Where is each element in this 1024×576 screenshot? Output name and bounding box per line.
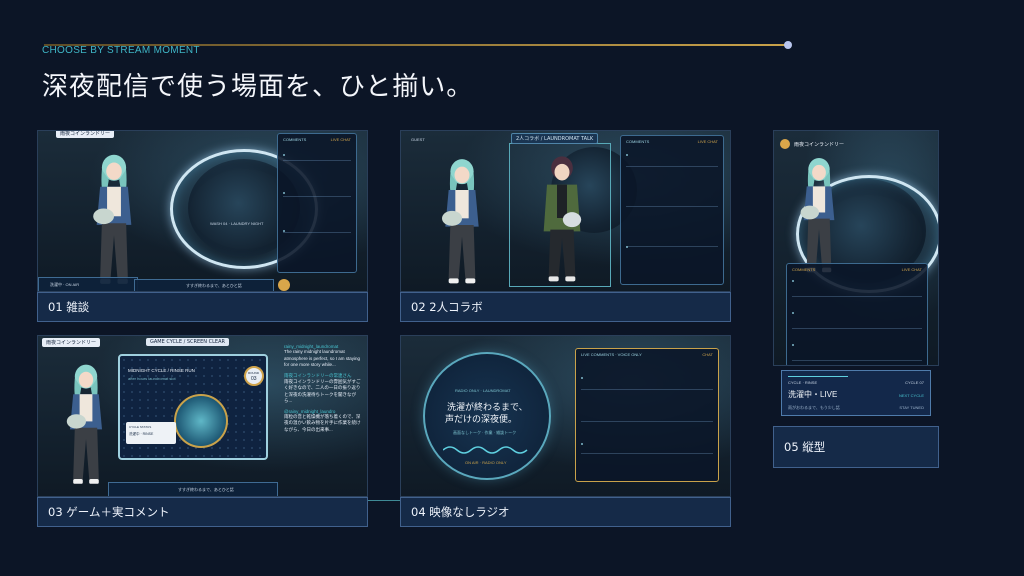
status-tag: 洗濯中 · ON AIR — [50, 282, 80, 287]
header-rule-dot — [784, 41, 792, 49]
card-caption: 05 縦型 — [773, 426, 939, 468]
live-sub: 雨がおわるまで、もう少し話 — [788, 405, 840, 410]
comment-row-dot — [626, 154, 628, 156]
cycle-status-value: 洗濯中 · RINSE — [129, 432, 154, 436]
comment-row-dot — [581, 443, 583, 445]
eyebrow-label: CHOOSE BY STREAM MOMENT — [42, 45, 200, 56]
audio-wave — [443, 446, 528, 454]
comment-row — [626, 166, 718, 167]
comment-row — [792, 328, 922, 329]
stream-name-tag: 雨夜コインランドリー — [794, 142, 845, 148]
round-label: ROUND — [248, 371, 259, 375]
cycle-right: CYCLE 07 — [905, 380, 924, 385]
ticker-text: すすぎ終わるまで、あとひと話 — [178, 487, 234, 492]
connector-line — [368, 500, 400, 501]
comment-row — [283, 160, 351, 161]
comment-row — [792, 296, 922, 297]
game-title: MIDNIGHT CYCLE / RINSE RUN — [128, 368, 195, 373]
scene-card-collab[interactable]: 2人コラボ / LAUNDROMAT TALK GUEST COMMENTS L… — [400, 130, 731, 322]
comments-header-right: LIVE CHAT — [697, 139, 718, 144]
game-window: MIDNIGHT CYCLE / RINSE RUN after hours l… — [118, 354, 268, 460]
radio-main-line-2: 声だけの深夜便。 — [445, 414, 518, 424]
stream-name-tag: 雨夜コインランドリー — [42, 338, 101, 347]
radio-small-label: RADIO ONLY · LAUNDROMAT — [455, 388, 511, 393]
comment-row-dot — [283, 154, 285, 156]
game-drum — [174, 394, 228, 448]
comments-panel: LIVE COMMENTS · VOICE ONLY CHAT — [575, 348, 719, 482]
stream-name-tag: 雨夜コインランドリー — [56, 131, 115, 138]
comment-row-dot — [792, 280, 794, 282]
round-badge: ROUND 03 — [244, 366, 264, 386]
scene-preview: RADIO ONLY · LAUNDROMAT 洗濯が終わるまで、 声だけの深夜… — [400, 335, 731, 497]
streamer-character — [88, 143, 140, 292]
comments-header: COMMENTS — [792, 267, 816, 272]
comments-header: COMMENTS — [283, 137, 307, 142]
comment-text: 雨夜コインランドリーの雰囲気がすごく好きなので、二人の一日の振り返りと深夜の洗濯… — [284, 378, 361, 404]
drum-label: WASH 04 · LAUNDRY NIGHT — [210, 221, 264, 226]
scene-preview: WASH 04 · LAUNDRY NIGHT 雨夜コインランドリー 洗濯中 ·… — [37, 130, 368, 292]
comment-row-dot — [792, 312, 794, 314]
radio-foot: ON AIR · RADIO ONLY — [465, 460, 507, 465]
scene-card-radio[interactable]: RADIO ONLY · LAUNDROMAT 洗濯が終わるまで、 声だけの深夜… — [400, 335, 731, 527]
comments-panel: COMMENTS LIVE CHAT — [277, 133, 357, 273]
live-text: 洗濯中・LIVE — [788, 390, 838, 399]
comments-header-right: LIVE CHAT — [901, 267, 922, 272]
comment-row-dot — [581, 377, 583, 379]
comments-panel: COMMENTS LIVE CHAT — [620, 135, 724, 285]
scene-preview: 雨夜コインランドリー GAME CYCLE / SCREEN CLEAR MID… — [37, 335, 368, 497]
card-caption: 03 ゲーム＋実コメント — [37, 497, 368, 527]
game-subtitle: after hours laundromat slot — [128, 376, 176, 381]
scene-preview: 雨夜コインランドリー COMMENTS LIVE CHAT — [773, 130, 939, 366]
scene-card-vertical[interactable]: 雨夜コインランドリー COMMENTS LIVE CHAT CYCLE · RI… — [773, 130, 939, 468]
streamer-character — [796, 149, 842, 279]
scene-preview: 2人コラボ / LAUNDROMAT TALK GUEST COMMENTS L… — [400, 130, 731, 292]
comments-header: LIVE COMMENTS · VOICE ONLY — [581, 352, 642, 357]
comment-row — [581, 421, 713, 422]
comment-row — [283, 196, 351, 197]
scene-card-chat[interactable]: WASH 04 · LAUNDRY NIGHT 雨夜コインランドリー 洗濯中 ·… — [37, 130, 368, 322]
next-cycle: NEXT CYCLE — [898, 393, 924, 398]
comment-row — [792, 360, 922, 361]
cycle-status-label: CYCLE STATUS — [129, 425, 152, 429]
streamer-character — [62, 352, 110, 494]
comment-text: The rainy midnight laundromat atmosphere… — [284, 349, 361, 367]
guest-tag: GUEST — [411, 137, 425, 142]
live-status-line — [788, 376, 848, 377]
guest-character — [537, 147, 587, 289]
round-value: 03 — [251, 376, 257, 382]
scene-card-game[interactable]: 雨夜コインランドリー GAME CYCLE / SCREEN CLEAR MID… — [37, 335, 368, 527]
card-caption: 02 2人コラボ — [400, 292, 731, 322]
comment-row-dot — [283, 192, 285, 194]
ticker-text: すすぎ終わるまで、あとひと話 — [186, 283, 242, 288]
page-title: 深夜配信で使う場面を、ひと揃い。 — [42, 72, 474, 102]
radio-circle: RADIO ONLY · LAUNDROMAT 洗濯が終わるまで、 声だけの深夜… — [423, 352, 551, 480]
coin-badge — [278, 279, 290, 291]
comment-row-dot — [283, 230, 285, 232]
live-sub-right: STAY TUNED — [899, 405, 924, 410]
comments-header-right: CHAT — [702, 352, 713, 357]
comment-row-dot — [626, 246, 628, 248]
cycle-label: CYCLE · RINSE — [788, 380, 818, 385]
game-header-tag: GAME CYCLE / SCREEN CLEAR — [146, 338, 229, 346]
live-comments-column: rainy_midnight_laundromat The rainy midn… — [284, 344, 362, 468]
radio-sub: 画面なしトーク · 作業 · 雑談トーク — [453, 430, 517, 435]
live-status-card: CYCLE · RINSE CYCLE 07 洗濯中・LIVE NEXT CYC… — [781, 370, 931, 416]
cycle-status-box: CYCLE STATUS 洗濯中 · RINSE — [126, 422, 176, 444]
comments-panel: COMMENTS LIVE CHAT — [786, 263, 928, 365]
comment-row — [581, 389, 713, 390]
comments-header: COMMENTS — [626, 139, 650, 144]
host-character — [437, 149, 487, 291]
collab-top-tag: 2人コラボ / LAUNDROMAT TALK — [511, 133, 599, 144]
card-caption: 04 映像なしラジオ — [400, 497, 731, 527]
card-caption: 01 雑談 — [37, 292, 368, 322]
comment-row-dot — [792, 344, 794, 346]
coin-icon — [780, 139, 790, 149]
comment-row — [626, 206, 718, 207]
comment-row — [626, 246, 718, 247]
comment-row — [581, 453, 713, 454]
comment-row — [283, 232, 351, 233]
comment-text: 雨粒の音と乾燥機が落ち着くので、深夜の温かい飲み物を片手に作業を続けながら、今日… — [284, 413, 361, 432]
comments-header-right: LIVE CHAT — [330, 137, 351, 142]
